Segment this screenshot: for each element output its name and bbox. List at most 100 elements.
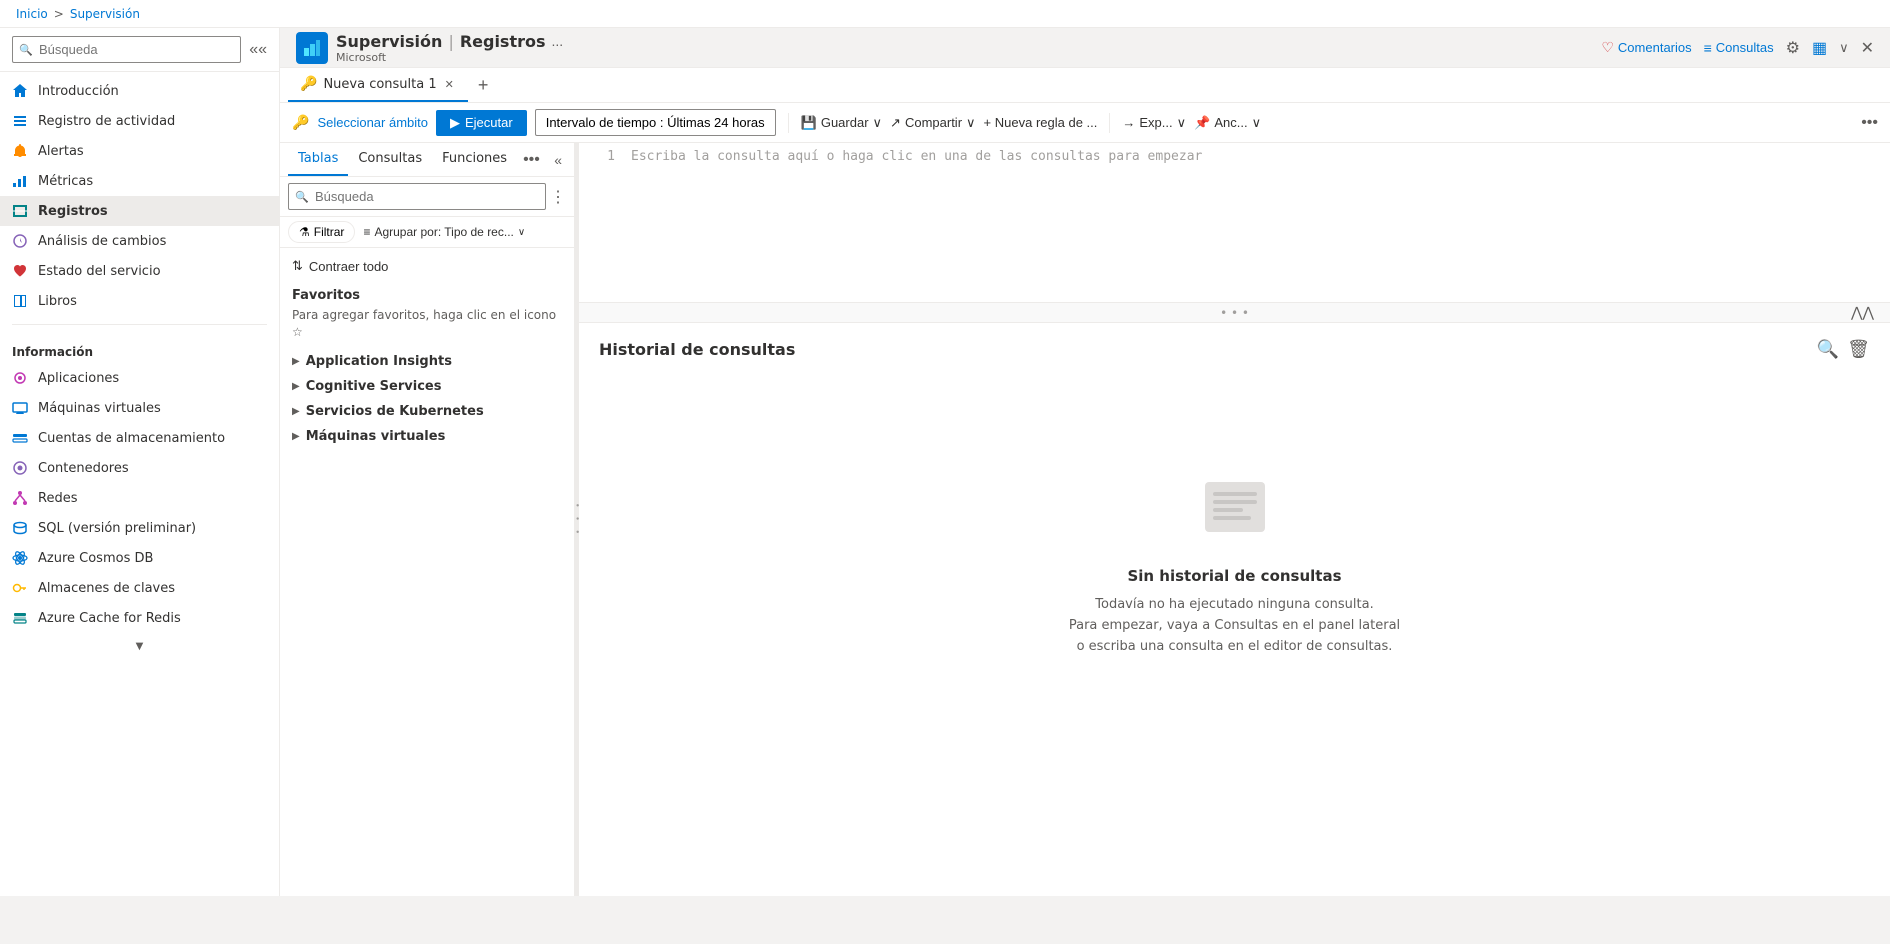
nav-label-introduccion: Introducción [38, 84, 119, 99]
sidebar-item-metricas[interactable]: Métricas [0, 166, 279, 196]
add-tab-btn[interactable]: + [468, 71, 499, 100]
nav-label-registros: Registros [38, 204, 108, 219]
new-rule-btn[interactable]: + Nueva regla de ... [984, 115, 1098, 130]
query-editor[interactable]: 1 Escriba la consulta aquí o haga clic e… [579, 143, 1890, 303]
share-chevron: ∨ [966, 115, 976, 131]
sidebar-item-registro-actividad[interactable]: Registro de actividad [0, 106, 279, 136]
queries-icon: ≡ [1704, 40, 1712, 56]
comments-btn[interactable]: ♡ Comentarios [1601, 39, 1691, 56]
share-icon: ↗ [890, 115, 901, 131]
sidebar-item-analisis[interactable]: Análisis de cambios [0, 226, 279, 256]
vm-icon [12, 400, 28, 416]
editor-placeholder: Escriba la consulta aquí o haga clic en … [631, 149, 1878, 164]
favorites-hint: Para agregar favoritos, haga clic en el … [292, 307, 562, 341]
pin-btn[interactable]: 📌 Anc... ∨ [1194, 115, 1261, 131]
table-group-kubernetes[interactable]: ▶ Servicios de Kubernetes [280, 399, 574, 424]
nav-label-sql: SQL (versión preliminar) [38, 521, 196, 536]
history-search-btn[interactable]: 🔍 [1817, 339, 1839, 360]
pin-chevron: ∨ [1252, 115, 1262, 131]
collapse-icon: ⇅ [292, 258, 303, 274]
sidebar-item-registros[interactable]: Registros [0, 196, 279, 226]
chevron-cognitive: ▶ [292, 381, 300, 392]
sidebar-search-input[interactable] [12, 36, 241, 63]
history-delete-btn[interactable]: 🗑 [1847, 339, 1870, 360]
nav-label-estado: Estado del servicio [38, 264, 161, 279]
sidebar-item-estado[interactable]: Estado del servicio [0, 256, 279, 286]
nav-label-metricas: Métricas [38, 174, 93, 189]
tables-tab-consultas[interactable]: Consultas [348, 143, 432, 176]
tables-more-btn[interactable]: ••• [517, 147, 546, 173]
queries-btn[interactable]: ≡ Consultas [1704, 40, 1774, 56]
panel-resize-handle[interactable]: • • • [575, 143, 579, 896]
run-btn[interactable]: ▶ Ejecutar [436, 110, 527, 136]
empty-title: Sin historial de consultas [1127, 567, 1341, 585]
nav-label-storage: Cuentas de almacenamiento [38, 431, 225, 446]
tables-tab-funciones[interactable]: Funciones [432, 143, 517, 176]
nav-label-cosmos: Azure Cosmos DB [38, 551, 153, 566]
breadcrumb-sep: > [54, 7, 64, 21]
nav-label-aplicaciones: Aplicaciones [38, 371, 119, 386]
more-btn[interactable]: ••• [1861, 114, 1878, 132]
layout-btn[interactable]: ▦ [1812, 38, 1827, 58]
collapse-all-btn[interactable]: ⇅ Contraer todo [280, 252, 574, 280]
sidebar-item-storage[interactable]: Cuentas de almacenamiento [0, 423, 279, 453]
scope-btn[interactable]: Seleccionar ámbito [317, 115, 428, 130]
expand-btn[interactable]: ∨ [1839, 40, 1849, 56]
filter-btn[interactable]: ⚗ Filtrar [288, 221, 355, 243]
sidebar-item-redis[interactable]: Azure Cache for Redis [0, 603, 279, 633]
settings-btn[interactable]: ⚙ [1786, 38, 1800, 58]
book-icon [12, 293, 28, 309]
sidebar-item-redes[interactable]: Redes [0, 483, 279, 513]
sidebar-item-sql[interactable]: SQL (versión preliminar) [0, 513, 279, 543]
time-range-btn[interactable]: Intervalo de tiempo : Últimas 24 horas [535, 109, 776, 136]
cosmos-icon [12, 550, 28, 566]
tables-search-input[interactable] [288, 183, 546, 210]
nav-label-alertas: Alertas [38, 144, 84, 159]
container-icon [12, 460, 28, 476]
table-group-cognitive[interactable]: ▶ Cognitive Services [280, 374, 574, 399]
sidebar-item-alertas[interactable]: Alertas [0, 136, 279, 166]
sidebar-collapse-btn[interactable]: «« [245, 37, 271, 63]
share-btn[interactable]: ↗ Compartir ∨ [890, 115, 976, 131]
app-company: Microsoft [336, 51, 563, 64]
sidebar-item-contenedores[interactable]: Contenedores [0, 453, 279, 483]
editor-resize-handle[interactable]: • • • ⋀⋀ [579, 303, 1890, 323]
export-btn[interactable]: → Exp... ∨ [1122, 115, 1186, 131]
storage-icon [12, 430, 28, 446]
table-group-app-insights[interactable]: ▶ Application Insights [280, 349, 574, 374]
nav-label-redes: Redes [38, 491, 77, 506]
tab-close-btn[interactable]: ✕ [443, 78, 456, 91]
redis-icon [12, 610, 28, 626]
save-btn[interactable]: 💾 Guardar ∨ [801, 115, 882, 131]
close-window-btn[interactable]: ✕ [1861, 38, 1874, 58]
collapse-editor-btn[interactable]: ⋀⋀ [1851, 304, 1874, 321]
history-title: Historial de consultas [599, 340, 795, 359]
play-icon: ▶ [450, 115, 460, 131]
filter-icon: ⚗ [299, 225, 310, 239]
tables-dots-btn[interactable]: ⋮ [550, 187, 566, 207]
group-icon: ≡ [363, 225, 370, 239]
export-icon: → [1122, 115, 1135, 130]
breadcrumb: Inicio > Supervisión [0, 0, 1890, 28]
title-ellipsis-btn[interactable]: ... [552, 33, 564, 49]
scope-key-icon: 🔑 [292, 115, 309, 131]
tables-tab-tablas[interactable]: Tablas [288, 143, 348, 176]
app-logo [296, 32, 328, 64]
breadcrumb-home[interactable]: Inicio [16, 7, 48, 21]
query-tab-1[interactable]: 🔑 Nueva consulta 1 ✕ [288, 68, 468, 102]
table-group-vm[interactable]: ▶ Máquinas virtuales [280, 424, 574, 449]
sidebar-item-cosmos[interactable]: Azure Cosmos DB [0, 543, 279, 573]
network-icon [12, 490, 28, 506]
sidebar-item-aplicaciones[interactable]: Aplicaciones [0, 363, 279, 393]
sidebar-item-libros[interactable]: Libros [0, 286, 279, 316]
export-chevron: ∨ [1177, 115, 1187, 131]
tables-collapse-btn[interactable]: « [550, 148, 566, 172]
breadcrumb-current[interactable]: Supervisión [70, 7, 140, 21]
sidebar-item-introduccion[interactable]: Introducción [0, 76, 279, 106]
sidebar-item-keys[interactable]: Almacenes de claves [0, 573, 279, 603]
tables-search-icon: 🔍 [295, 190, 309, 203]
nav-label-libros: Libros [38, 294, 77, 309]
sidebar-item-vm[interactable]: Máquinas virtuales [0, 393, 279, 423]
nav-label-registro: Registro de actividad [38, 114, 175, 129]
group-btn[interactable]: ≡ Agrupar por: Tipo de rec... ∨ [363, 225, 525, 239]
